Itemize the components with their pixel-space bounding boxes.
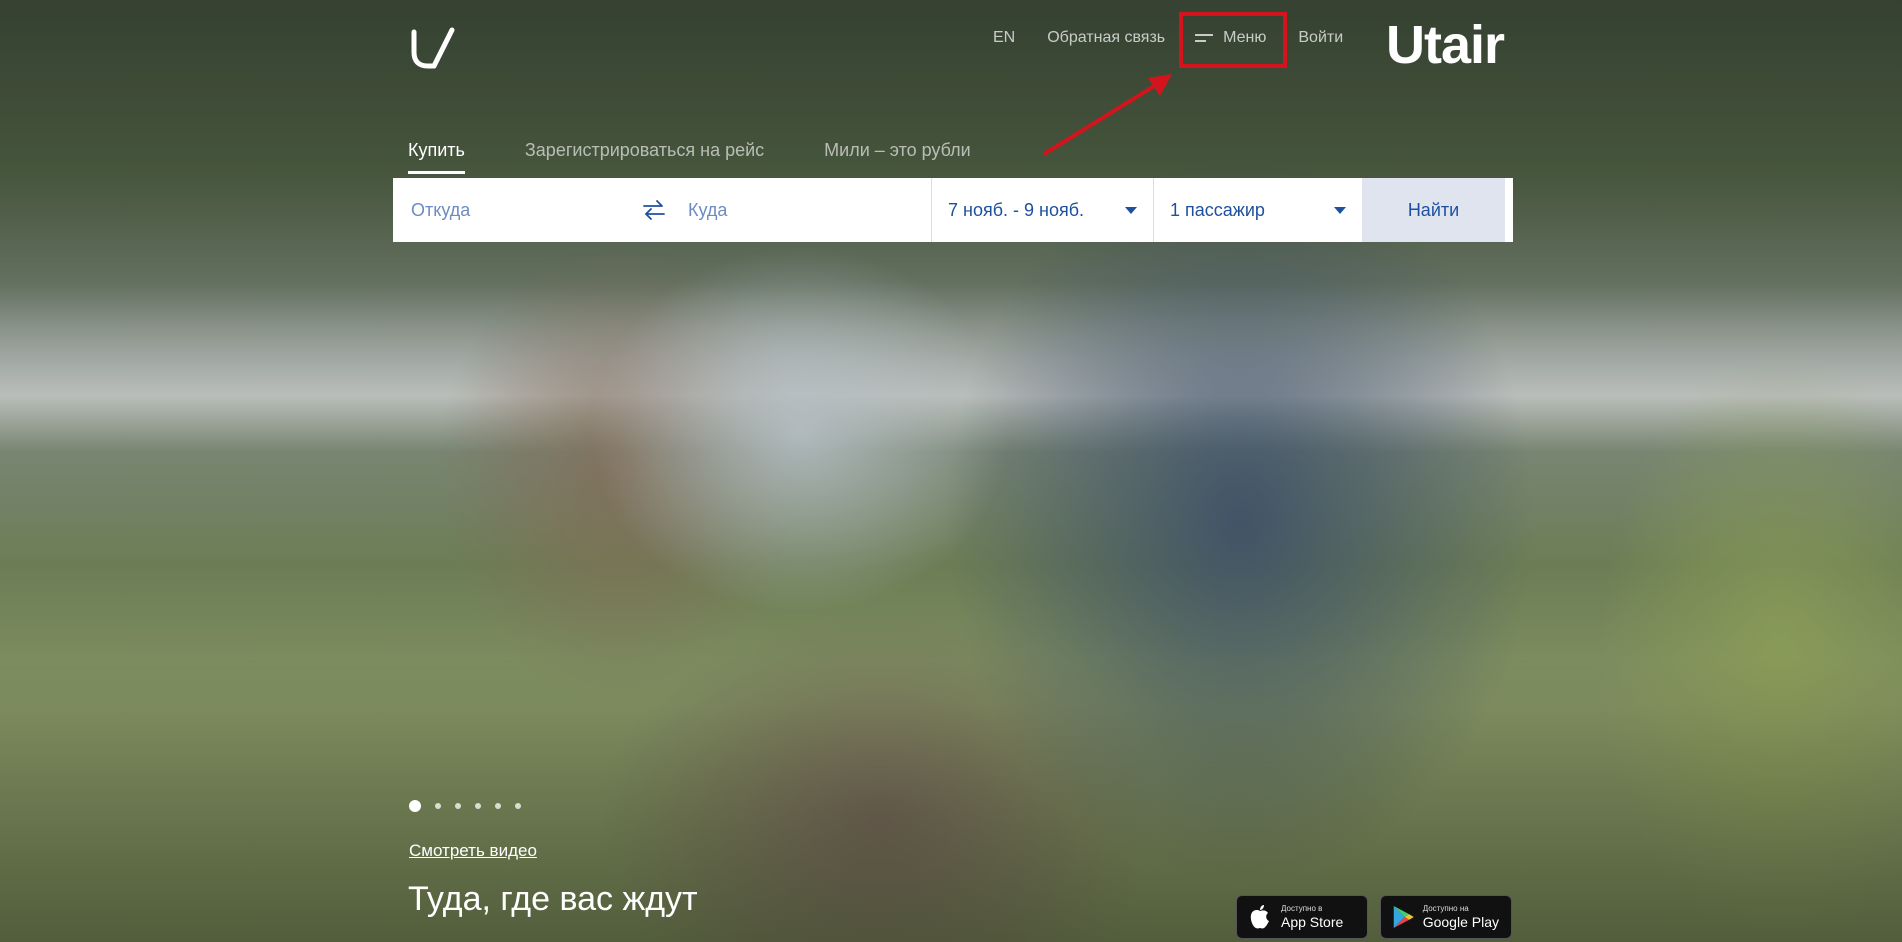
chevron-down-icon [1334, 206, 1346, 214]
top-nav: EN Обратная связь Меню Войти [993, 28, 1343, 48]
google-play-icon [1393, 906, 1414, 928]
slider-dot[interactable] [475, 803, 481, 809]
swap-button[interactable] [630, 178, 678, 242]
google-play-small-text: Доступно на [1422, 904, 1469, 913]
app-store-label: App Store [1281, 914, 1344, 930]
swap-arrows-icon [643, 200, 665, 220]
chevron-down-icon [1125, 206, 1137, 214]
from-input[interactable] [409, 198, 630, 222]
language-switch[interactable]: EN [993, 29, 1015, 47]
store-badges: Доступно в App Store Доступно на Google … [1236, 895, 1512, 939]
feedback-link[interactable]: Обратная связь [1047, 29, 1165, 47]
watch-video-link[interactable]: Смотреть видео [409, 841, 537, 861]
from-field [393, 178, 630, 242]
flight-search-bar: 7 нояб. - 9 нояб. 1 пассажир Найти [393, 178, 1513, 242]
tab-checkin[interactable]: Зарегистрироваться на рейс [525, 140, 764, 161]
passengers-select[interactable]: 1 пассажир [1154, 178, 1362, 242]
google-play-badge[interactable]: Доступно на Google Play [1380, 895, 1512, 939]
login-link[interactable]: Войти [1298, 29, 1343, 47]
to-field [678, 178, 932, 242]
hero-tagline: Туда, где вас ждут [408, 880, 698, 918]
brand-wordmark: Utair [1386, 15, 1505, 75]
google-play-label: Google Play [1422, 914, 1499, 930]
menu-highlight-box [1179, 12, 1287, 68]
tab-miles[interactable]: Мили – это рубли [824, 140, 971, 161]
slider-dot[interactable] [455, 803, 461, 809]
to-input[interactable] [686, 198, 931, 222]
slider-dot[interactable] [409, 800, 421, 812]
booking-tabs: Купить Зарегистрироваться на рейс Мили –… [408, 140, 1031, 174]
app-store-small-text: Доступно в [1281, 904, 1323, 913]
dates-value: 7 нояб. - 9 нояб. [948, 199, 1085, 220]
slider-dots [409, 800, 521, 812]
slider-dot[interactable] [495, 803, 501, 809]
app-store-badge[interactable]: Доступно в App Store [1236, 895, 1368, 939]
search-button[interactable]: Найти [1362, 178, 1505, 242]
apple-icon [1250, 905, 1269, 929]
utair-logo-icon[interactable] [408, 26, 456, 70]
annotation-arrow-icon [1042, 74, 1172, 156]
dates-select[interactable]: 7 нояб. - 9 нояб. [932, 178, 1154, 242]
slider-dot[interactable] [435, 803, 441, 809]
tab-buy[interactable]: Купить [408, 140, 465, 174]
passengers-value: 1 пассажир [1170, 199, 1265, 220]
slider-dot[interactable] [515, 803, 521, 809]
